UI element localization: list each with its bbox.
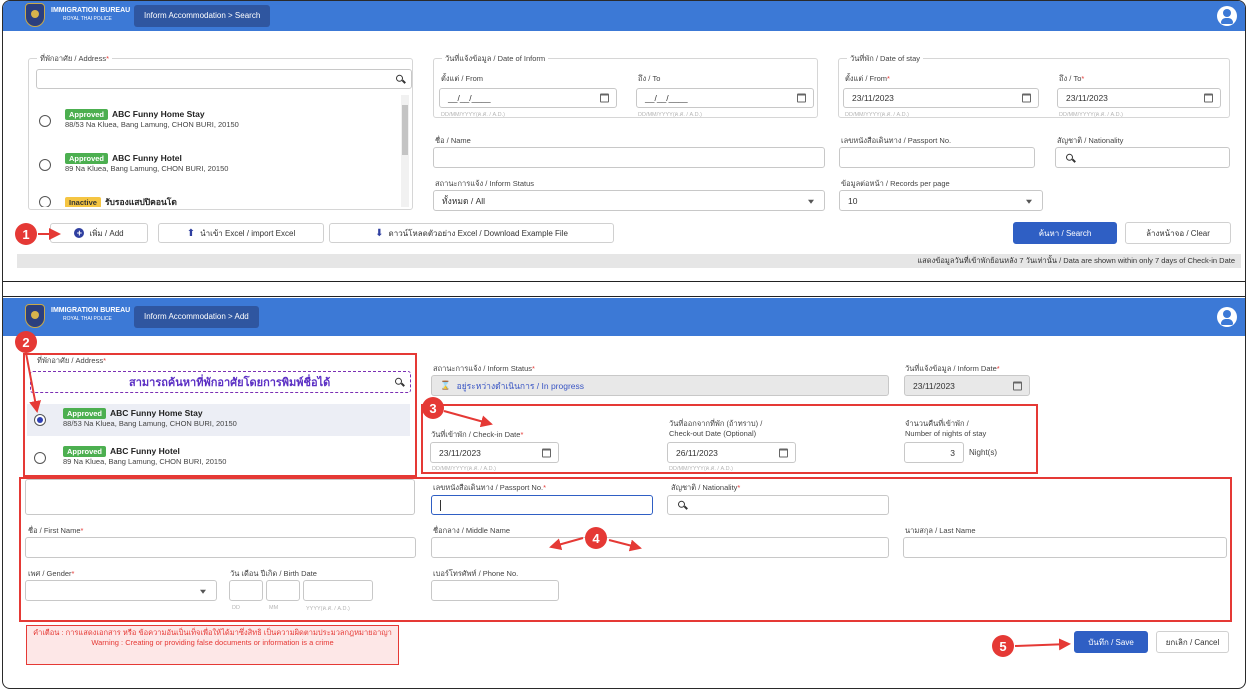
upload-icon: ⬆ <box>186 227 196 239</box>
address-name: ABC Funny Hotel <box>112 153 182 163</box>
date-hint: DD/MM/YYYY(ค.ศ. / A.D.) <box>441 112 506 118</box>
list-item[interactable]: Approved ABC Funny Hotel 89 Na Kluea, Ban… <box>65 153 228 173</box>
list-item[interactable]: Approved ABC Funny Home Stay 88/53 Na Klu… <box>65 109 239 129</box>
breadcrumb[interactable]: Inform Accommodation > Add <box>134 306 259 328</box>
annotation-marker-5: 5 <box>992 635 1014 657</box>
inform-date-label: วันที่แจ้งข้อมูล / Inform Date* <box>905 364 1000 373</box>
inform-date-field: 23/11/2023 <box>904 375 1030 396</box>
import-excel-button[interactable]: ⬆ นำเข้า Excel / import Excel <box>158 223 324 243</box>
stay-to-input[interactable]: 23/11/2023 <box>1057 88 1221 108</box>
logo-subtitle: ROYAL THAI POLICE <box>63 316 112 322</box>
status-badge: Approved <box>65 153 109 164</box>
annotation-box-address <box>23 353 417 477</box>
name-input[interactable] <box>433 147 825 168</box>
breadcrumb[interactable]: Inform Accommodation > Search <box>134 5 271 27</box>
plus-circle-icon: + <box>74 228 85 238</box>
nationality-label: สัญชาติ / Nationality <box>1057 136 1124 145</box>
annotation-box-personal <box>19 477 1232 622</box>
address-line: 89 Na Kluea, Bang Lamung, CHON BURI, 201… <box>65 164 229 173</box>
chevron-down-icon <box>1026 199 1032 204</box>
logo-title: IMMIGRATION BUREAU <box>51 7 131 14</box>
date-hint: DD/MM/YYYY(ค.ศ. / A.D.) <box>845 112 910 118</box>
address-scrollbar[interactable] <box>401 95 409 207</box>
logo-subtitle: ROYAL THAI POLICE <box>63 16 112 22</box>
add-header-bar: IMMIGRATION BUREAU ROYAL THAI POLICE Inf… <box>3 298 1245 336</box>
stay-from-label: ตั้งแต่ / From* <box>845 74 890 83</box>
stay-from-input[interactable]: 23/11/2023 <box>843 88 1039 108</box>
list-item[interactable]: Inactive รับรองแสปปิคอนโด <box>65 195 177 207</box>
annotation-marker-4: 4 <box>585 527 607 549</box>
nationality-input[interactable] <box>1055 147 1230 168</box>
date-hint: DD/MM/YYYY(ค.ศ. / A.D.) <box>638 112 703 118</box>
download-example-button[interactable]: ⬇ ดาวน์โหลดตัวอย่าง Excel / Download Exa… <box>329 223 614 243</box>
warning-english: Warning : Creating or providing false do… <box>91 638 334 647</box>
save-button[interactable]: บันทึก / Save <box>1074 631 1148 653</box>
date-stay-legend: วันที่พัก / Date of stay <box>847 53 924 65</box>
address-radio[interactable] <box>39 159 51 171</box>
address-search-input[interactable] <box>36 69 412 89</box>
inform-status-select[interactable]: ทั้งหมด / All <box>433 190 825 211</box>
address-legend: ที่พักอาศัย / Address* <box>37 53 112 65</box>
screenshot-frame: IMMIGRATION BUREAU ROYAL THAI POLICE Inf… <box>2 0 1246 689</box>
calendar-icon[interactable] <box>1204 93 1213 103</box>
calendar-icon[interactable] <box>600 93 609 103</box>
scrollbar-thumb[interactable] <box>402 105 408 155</box>
address-radio[interactable] <box>39 115 51 127</box>
name-label: ชื่อ / Name <box>435 136 471 145</box>
passport-input[interactable] <box>839 147 1035 168</box>
status-badge: Inactive <box>65 197 101 207</box>
address-line: 88/53 Na Kluea, Bang Lamung, CHON BURI, … <box>65 120 239 129</box>
date-inform-legend: วันที่แจ้งข้อมูล / Date of Inform <box>442 53 549 65</box>
download-icon: ⬇ <box>375 227 384 239</box>
passport-label: เลขหนังสือเดินทาง / Passport No. <box>841 136 952 145</box>
address-name: รับรองแสปปิคอนโด <box>104 197 177 207</box>
user-icon[interactable] <box>1217 307 1237 327</box>
annotation-marker-2: 2 <box>15 331 37 353</box>
search-header-bar: IMMIGRATION BUREAU ROYAL THAI POLICE Inf… <box>3 1 1245 31</box>
inform-status-field: ⌛ อยู่ระหว่างดำเนินการ / In progress <box>431 375 889 396</box>
chevron-down-icon <box>808 199 814 204</box>
inform-to-input[interactable]: __/__/____ <box>636 88 814 108</box>
records-select[interactable]: 10 <box>839 190 1043 211</box>
calendar-icon <box>1013 381 1022 390</box>
search-button[interactable]: ค้นหา / Search <box>1013 222 1117 244</box>
arrow-5 <box>1014 638 1071 651</box>
info-bar: แสดงข้อมูลวันที่เข้าพักย้อนหลัง 7 วันเท่… <box>17 254 1241 268</box>
records-label: ข้อมูลต่อหน้า / Records per page <box>841 179 950 188</box>
address-list: Approved ABC Funny Home Stay 88/53 Na Klu… <box>33 97 411 207</box>
address-radio[interactable] <box>39 196 51 207</box>
annotation-marker-3: 3 <box>422 397 444 419</box>
police-logo <box>25 3 45 27</box>
police-logo <box>25 304 45 328</box>
logo-title: IMMIGRATION BUREAU <box>51 307 131 314</box>
inform-status-label: สถานะการแจ้ง / Inform Status* <box>433 364 535 373</box>
calendar-icon[interactable] <box>797 93 806 103</box>
warning-box: คำเตือน : การแสดงเอกสาร หรือ ข้อความอันเ… <box>26 625 399 665</box>
add-button[interactable]: + เพิ่ม / Add <box>50 223 148 243</box>
address-name: ABC Funny Home Stay <box>112 109 205 119</box>
annotation-box-dates <box>421 404 1038 474</box>
search-icon <box>1066 153 1073 161</box>
cancel-button[interactable]: ยกเลิก / Cancel <box>1156 631 1229 653</box>
hourglass-icon: ⌛ <box>440 380 451 390</box>
warning-thai: คำเตือน : การแสดงเอกสาร หรือ ข้อความอันเ… <box>33 628 392 637</box>
to-label: ถึง / To <box>638 74 661 83</box>
inform-status-label: สถานะการแจ้ง / Inform Status <box>435 179 535 188</box>
clear-button[interactable]: ล้างหน้าจอ / Clear <box>1125 222 1231 244</box>
calendar-icon[interactable] <box>1022 93 1031 103</box>
search-icon <box>396 74 403 82</box>
from-label: ตั้งแต่ / From <box>441 74 483 83</box>
status-badge: Approved <box>65 109 109 120</box>
date-hint: DD/MM/YYYY(ค.ศ. / A.D.) <box>1059 112 1124 118</box>
panel-divider <box>3 281 1245 297</box>
inform-from-input[interactable]: __/__/____ <box>439 88 617 108</box>
user-icon[interactable] <box>1217 6 1237 26</box>
stay-to-label: ถึง / To* <box>1059 74 1085 83</box>
annotation-marker-1: 1 <box>15 223 37 245</box>
